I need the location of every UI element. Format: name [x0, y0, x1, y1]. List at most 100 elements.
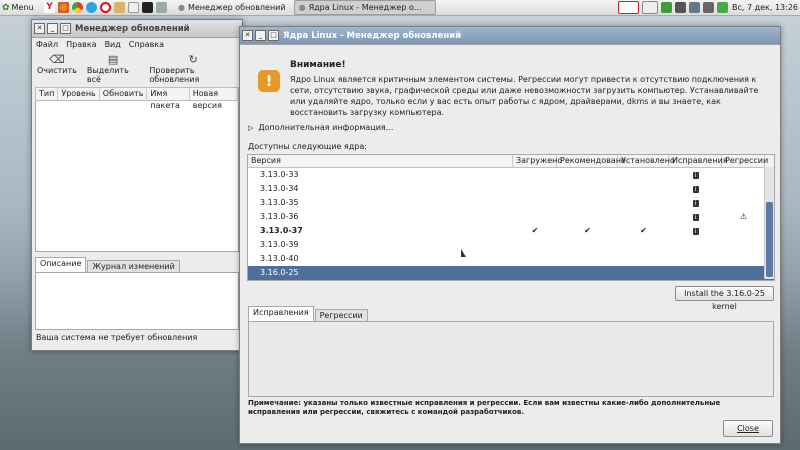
fixes-cell: i	[669, 182, 722, 196]
fixes-info-icon[interactable]: i	[692, 228, 699, 235]
files-icon[interactable]	[114, 2, 125, 13]
kernel-version: 3.13.0-34	[260, 184, 299, 193]
loaded-check: ✔	[531, 226, 539, 235]
kernel-row[interactable]: 3.13.0-36 i ⚠	[248, 210, 774, 224]
regressions-cell: ⚠	[722, 210, 765, 224]
menu-label: Menu	[11, 3, 34, 12]
info-tabs: Описание Журнал изменений	[35, 257, 239, 272]
warning-icon: !	[258, 70, 280, 92]
system-monitor-icon[interactable]	[156, 2, 167, 13]
kernel-row[interactable]: 3.13.0-39	[248, 238, 774, 252]
loaded-check	[513, 210, 557, 224]
fixes-cell: i	[669, 224, 722, 238]
network-icon[interactable]	[674, 2, 686, 13]
col-loaded[interactable]: Загружено	[513, 155, 562, 167]
select-all-label: Выделить всё	[86, 66, 129, 84]
regression-warning-icon[interactable]: ⚠	[740, 212, 747, 221]
text-editor-icon[interactable]	[128, 2, 139, 13]
task-label: Ядра Linux - Менеджер о...	[308, 3, 422, 12]
scrollbar-thumb[interactable]	[766, 202, 773, 277]
select-all-button[interactable]: ▤ Выделить всё	[82, 53, 144, 84]
firefox-icon[interactable]	[58, 2, 69, 13]
col-level[interactable]: Уровень	[58, 88, 100, 100]
battery-icon[interactable]	[716, 2, 728, 13]
select-all-icon: ▤	[107, 53, 119, 66]
chrome-icon[interactable]	[72, 2, 83, 13]
menu-view[interactable]: Вид	[105, 40, 121, 49]
menu-help[interactable]: Справка	[129, 40, 164, 49]
close-icon[interactable]: ✕	[242, 30, 253, 41]
flag-app-icon[interactable]	[617, 1, 639, 14]
install-kernel-button[interactable]: Install the 3.16.0-25 kernel	[675, 286, 774, 311]
opera-icon[interactable]	[100, 2, 111, 13]
col-version[interactable]: Новая версия	[190, 88, 238, 110]
app-icon: ●	[178, 3, 185, 12]
col-update[interactable]: Обновить	[100, 88, 148, 100]
bluetooth-icon[interactable]	[688, 2, 700, 13]
recommended-check	[557, 210, 618, 224]
titlebar[interactable]: ✕ _ □ Ядра Linux - Менеджер обновлений	[240, 27, 780, 45]
fixes-cell: i	[669, 168, 722, 182]
tab-fixes[interactable]: Исправления	[248, 306, 314, 321]
menu-file[interactable]: Файл	[36, 40, 58, 49]
kernel-row[interactable]: 3.13.0-40	[248, 252, 774, 266]
tab-description[interactable]: Описание	[35, 257, 87, 272]
titlebar[interactable]: ✕ _ □ Менеджер обновлений	[32, 20, 242, 38]
mouse-cursor-icon	[461, 249, 466, 257]
col-type[interactable]: Тип	[36, 88, 59, 100]
fixes-info-icon[interactable]: i	[692, 214, 699, 221]
tab-regressions[interactable]: Регрессии	[314, 309, 368, 321]
kernel-row[interactable]: 3.13.0-34 i	[248, 182, 774, 196]
task-update-manager[interactable]: ● Менеджер обновлений	[174, 1, 290, 14]
update-manager-window: ✕ _ □ Менеджер обновлений Файл Правка Ви…	[31, 19, 243, 351]
app-icon: ●	[298, 3, 306, 12]
close-button[interactable]: Close	[723, 420, 773, 437]
minimize-icon[interactable]: _	[255, 30, 266, 41]
terminal-icon[interactable]	[142, 2, 153, 13]
scrollbar[interactable]	[764, 167, 774, 279]
yandex-browser-icon[interactable]: Y	[44, 2, 55, 13]
skype-icon[interactable]	[86, 2, 97, 13]
close-icon[interactable]: ✕	[34, 23, 45, 34]
menu-edit[interactable]: Правка	[66, 40, 96, 49]
col-regressions[interactable]: Регрессии	[722, 155, 768, 167]
col-fixes[interactable]: Исправления	[669, 155, 728, 167]
mail-icon[interactable]	[641, 1, 658, 14]
regressions-cell	[722, 252, 765, 266]
clear-button[interactable]: ⌫ Очистить	[32, 53, 82, 75]
col-installed[interactable]: Установлено	[618, 155, 675, 167]
kernel-row[interactable]: 3.16.0-25	[248, 266, 774, 280]
clock[interactable]: Вс, 7 дек, 13:26	[732, 3, 798, 12]
col-package[interactable]: Имя пакета	[147, 88, 190, 110]
refresh-button[interactable]: ↻ Проверить обновления	[144, 53, 242, 84]
kernel-row[interactable]: 3.13.0-37 ✔ ✔ ✔ i	[248, 224, 774, 238]
col-version[interactable]: Версия	[248, 155, 513, 167]
installed-check	[618, 266, 669, 280]
col-recommended[interactable]: Рекомендовано	[557, 155, 626, 167]
update-shield-icon[interactable]	[660, 2, 672, 13]
fixes-info-icon[interactable]: i	[692, 172, 699, 179]
volume-icon[interactable]	[702, 2, 714, 13]
maximize-icon[interactable]: □	[268, 30, 279, 41]
expander-arrow-icon: ▷	[248, 123, 254, 132]
tab-changelog[interactable]: Журнал изменений	[87, 260, 180, 272]
maximize-icon[interactable]: □	[60, 23, 71, 34]
fixes-info-icon[interactable]: i	[692, 186, 699, 193]
kernel-version: 3.13.0-33	[260, 170, 299, 179]
updates-list[interactable]	[35, 101, 239, 252]
regressions-cell	[722, 224, 765, 238]
installed-check: ✔	[640, 226, 647, 235]
description-pane	[35, 272, 239, 330]
task-kernels[interactable]: ● Ядра Linux - Менеджер о...	[293, 0, 436, 15]
menu-button[interactable]: ✿ Menu	[2, 3, 44, 13]
more-info-expander[interactable]: ▷ Дополнительная информация...	[248, 123, 393, 132]
minimize-icon[interactable]: _	[47, 23, 58, 34]
recommended-check	[557, 196, 618, 210]
kernel-version: 3.13.0-40	[260, 254, 299, 263]
loaded-check	[513, 196, 557, 210]
kernel-row[interactable]: 3.13.0-33 i	[248, 168, 774, 182]
kernel-row[interactable]: 3.13.0-35 i	[248, 196, 774, 210]
status-bar: Ваша система не требует обновления	[36, 333, 198, 342]
window-title: Ядра Linux - Менеджер обновлений	[283, 30, 462, 41]
fixes-info-icon[interactable]: i	[692, 200, 699, 207]
